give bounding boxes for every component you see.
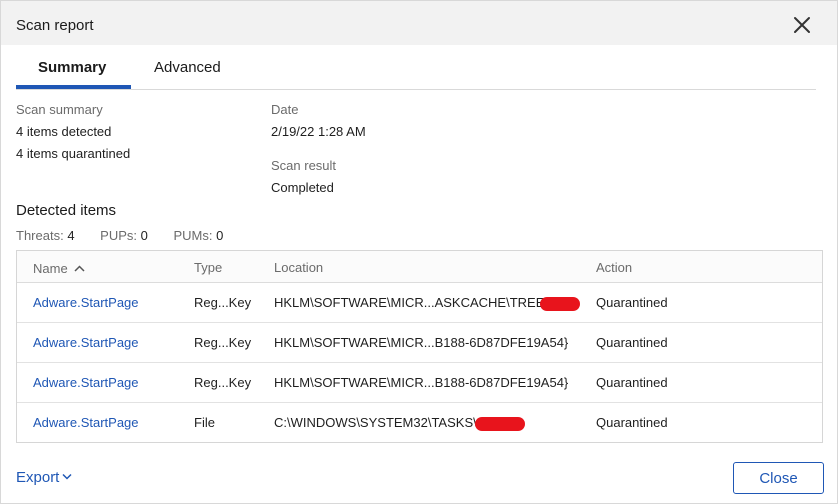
table-row[interactable]: Adware.StartPage File C:\WINDOWS\SYSTEM3…: [17, 403, 822, 443]
chevron-down-icon: [62, 473, 72, 480]
table-row[interactable]: Adware.StartPage Reg...Key HKLM\SOFTWARE…: [17, 283, 822, 323]
column-header-type[interactable]: Type: [194, 260, 222, 275]
item-type: Reg...Key: [194, 335, 252, 350]
pups-label: PUPs:: [100, 228, 138, 243]
date-value: 2/19/22 1:28 AM: [271, 124, 366, 139]
close-button[interactable]: Close: [733, 462, 824, 494]
title-bar: Scan report: [1, 1, 837, 45]
redaction-mark: [540, 296, 581, 311]
tab-bar: Summary Advanced: [16, 45, 816, 90]
pups-count: 0: [140, 228, 148, 243]
sort-ascending-icon: [74, 260, 85, 275]
item-location: HKLM\SOFTWARE\MICR...B188-6D87DFE19A54}: [274, 335, 569, 350]
scan-result-label: Scan result: [271, 158, 337, 173]
threat-name-link[interactable]: Adware.StartPage: [33, 295, 139, 310]
location-text: C:\WINDOWS\SYSTEM32\TASKS\: [274, 415, 477, 430]
tab-summary[interactable]: Summary: [38, 59, 106, 76]
date-label: Date: [271, 102, 299, 117]
item-type: Reg...Key: [194, 295, 252, 310]
location-text: HKLM\SOFTWARE\MICR...ASKCACHE\TREE: [274, 295, 545, 310]
scan-report-dialog: Scan report Summary Advanced Scan summar…: [0, 0, 838, 504]
dialog-title: Scan report: [16, 17, 94, 34]
item-location: HKLM\SOFTWARE\MICR...B188-6D87DFE19A54}: [274, 375, 569, 390]
scan-summary-label: Scan summary: [16, 102, 103, 117]
export-label: Export: [16, 469, 60, 486]
item-action: Quarantined: [596, 295, 668, 310]
tab-advanced[interactable]: Advanced: [154, 59, 221, 76]
detected-items-table: Name Type Location Action Adware.StartPa…: [16, 250, 823, 443]
column-name-label: Name: [33, 261, 68, 276]
items-quarantined-text: 4 items quarantined: [16, 146, 131, 161]
export-button[interactable]: Export: [16, 469, 72, 486]
column-header-action[interactable]: Action: [596, 260, 632, 275]
table-row[interactable]: Adware.StartPage Reg...Key HKLM\SOFTWARE…: [17, 363, 822, 403]
item-action: Quarantined: [596, 375, 668, 390]
item-type: Reg...Key: [194, 375, 252, 390]
item-type: File: [194, 415, 215, 430]
scan-result-value: Completed: [271, 180, 334, 195]
column-header-location[interactable]: Location: [274, 260, 323, 275]
detection-counts: Threats: 4 PUPs: 0 PUMs: 0: [16, 228, 245, 243]
threat-name-link[interactable]: Adware.StartPage: [33, 335, 139, 350]
threats-count: 4: [67, 228, 75, 243]
redaction-mark: [474, 416, 525, 431]
item-action: Quarantined: [596, 335, 668, 350]
items-detected-text: 4 items detected: [16, 124, 112, 139]
pums-label: PUMs:: [173, 228, 213, 243]
threat-name-link[interactable]: Adware.StartPage: [33, 415, 139, 430]
close-icon[interactable]: [791, 14, 813, 36]
detected-items-title: Detected items: [16, 202, 117, 219]
item-location: C:\WINDOWS\SYSTEM32\TASKS\: [274, 415, 525, 431]
table-row[interactable]: Adware.StartPage Reg...Key HKLM\SOFTWARE…: [17, 323, 822, 363]
table-header: Name Type Location Action: [17, 251, 822, 283]
threat-name-link[interactable]: Adware.StartPage: [33, 375, 139, 390]
active-tab-indicator: [16, 85, 131, 89]
column-header-name[interactable]: Name: [33, 260, 85, 276]
threats-label: Threats:: [16, 228, 64, 243]
pums-count: 0: [216, 228, 224, 243]
item-action: Quarantined: [596, 415, 668, 430]
item-location: HKLM\SOFTWARE\MICR...ASKCACHE\TREE: [274, 295, 581, 311]
